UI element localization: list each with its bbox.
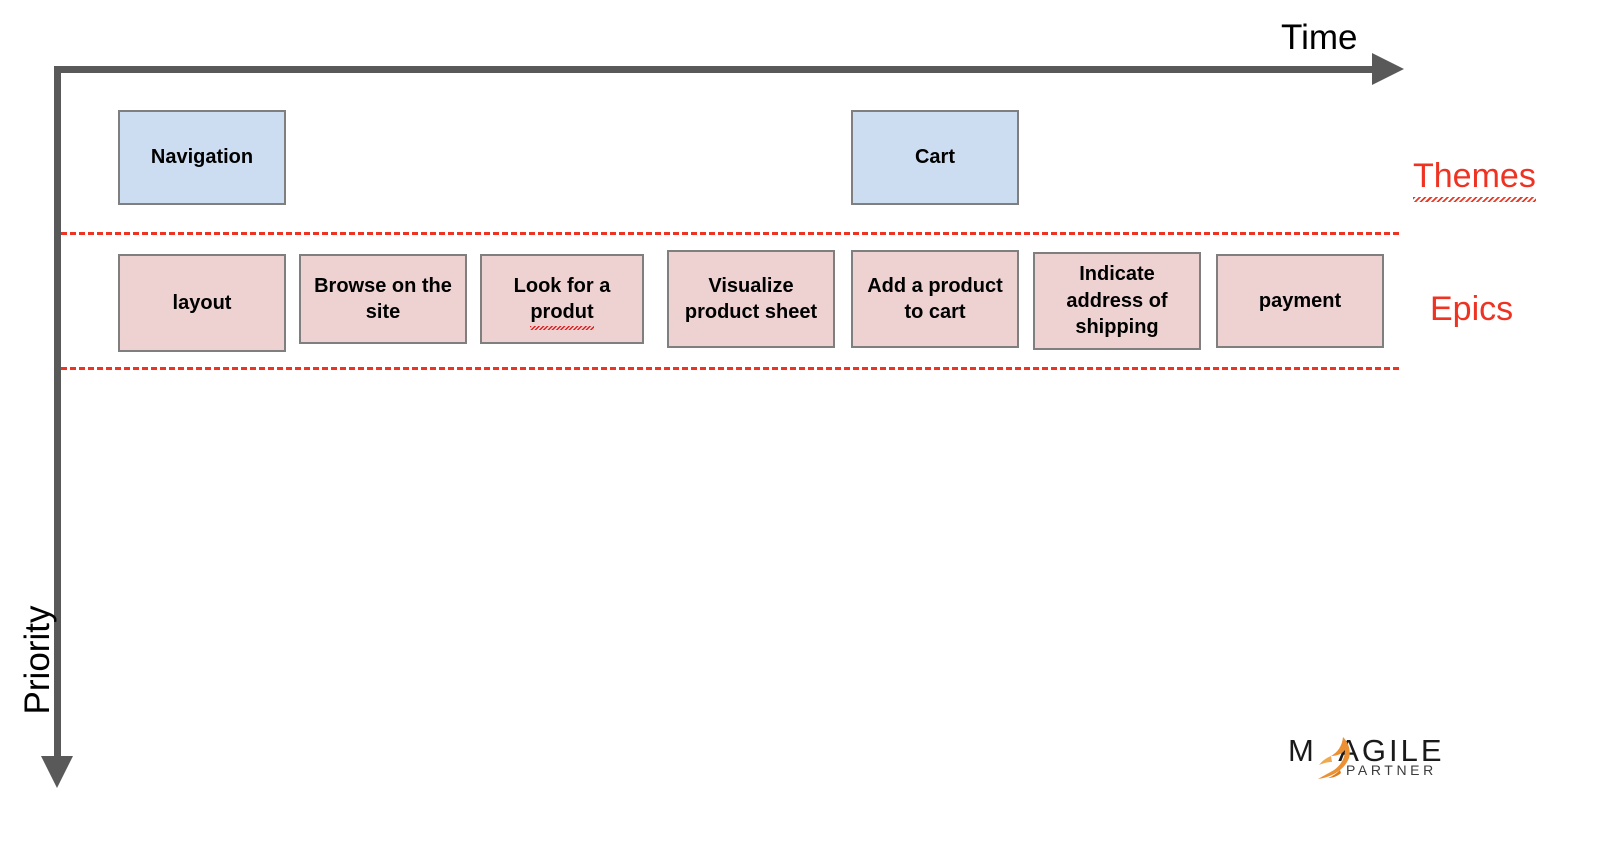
- row-label-epics: Epics: [1430, 290, 1514, 328]
- epic-box-label: Browse on the site: [314, 274, 452, 323]
- epic-box-label: layout: [172, 291, 232, 314]
- themes-row-divider: [61, 232, 1399, 235]
- theme-box-navigation[interactable]: Navigation: [118, 110, 286, 205]
- epic-box-look-for-a-produt[interactable]: Look for a produt: [480, 254, 644, 344]
- epic-box-label-line1: Look for a: [513, 274, 611, 297]
- my-agile-partner-logo: MYAGILE PARTNER: [1288, 733, 1448, 785]
- priority-axis-label: Priority: [18, 605, 57, 715]
- epic-box-label-line2: produt: [530, 299, 594, 331]
- theme-box-cart[interactable]: Cart: [851, 110, 1019, 205]
- epic-box-visualize-product-sheet[interactable]: Visualize product sheet: [667, 250, 835, 348]
- time-axis-label: Time: [1281, 18, 1358, 57]
- logo-subtext: PARTNER: [1346, 762, 1437, 778]
- epic-box-label: payment: [1258, 289, 1342, 312]
- epic-box-label: Indicate address of shipping: [1066, 263, 1168, 339]
- epic-box-indicate-address-of-shipping[interactable]: Indicate address of shipping: [1033, 252, 1201, 350]
- time-axis-arrow-icon: [1372, 53, 1404, 85]
- epic-box-label: Add a product to cart: [867, 274, 1003, 323]
- epic-box-browse-on-the-site[interactable]: Browse on the site: [299, 254, 467, 344]
- time-axis-line: [54, 66, 1390, 73]
- epic-box-layout[interactable]: layout: [118, 254, 286, 352]
- epics-row-divider: [61, 367, 1399, 370]
- theme-box-label: Navigation: [150, 146, 254, 169]
- epic-box-add-a-product-to-cart[interactable]: Add a product to cart: [851, 250, 1019, 348]
- epic-box-label: Visualize product sheet: [684, 274, 818, 323]
- theme-box-label: Cart: [914, 146, 955, 169]
- row-label-themes-text: Themes: [1413, 157, 1536, 202]
- priority-axis-arrow-icon: [41, 756, 73, 788]
- diagram-canvas: Time Priority Navigation Cart layout Bro…: [0, 0, 1616, 852]
- row-label-themes: Themes: [1413, 157, 1536, 202]
- epic-box-payment[interactable]: payment: [1216, 254, 1384, 348]
